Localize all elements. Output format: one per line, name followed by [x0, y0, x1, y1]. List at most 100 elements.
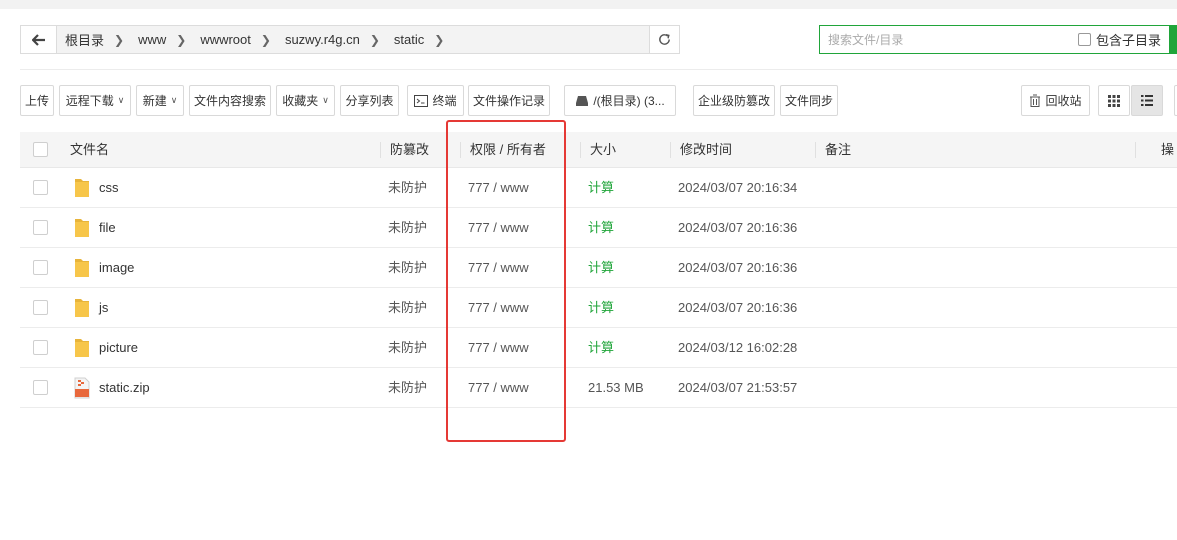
- modified-time: 2024/03/07 20:16:36: [678, 300, 798, 315]
- file-size[interactable]: 计算: [588, 248, 614, 288]
- search-input[interactable]: [820, 26, 1078, 53]
- modified-time: 2024/03/12 16:02:28: [678, 340, 798, 355]
- file-name[interactable]: static.zip: [99, 368, 150, 408]
- tamper-status: 未防护: [388, 180, 428, 195]
- content-search-button[interactable]: 文件内容搜索: [189, 85, 271, 116]
- header-size[interactable]: 大小: [590, 132, 616, 168]
- include-subdir-toggle[interactable]: 包含子目录: [1077, 30, 1169, 49]
- select-all-checkbox[interactable]: [33, 142, 48, 157]
- top-strip: [0, 0, 1177, 9]
- recycle-bin-button[interactable]: 回收站: [1021, 85, 1090, 116]
- header-name[interactable]: 文件名: [70, 132, 109, 168]
- permission-owner[interactable]: 777 / www: [468, 368, 529, 408]
- table-row[interactable]: js 未防护 777 / www 计算 2024/03/07 20:16:36: [20, 288, 1177, 328]
- folder-icon: [75, 179, 89, 197]
- breadcrumb-item[interactable]: suzwy.r4g.cn ❯: [285, 32, 394, 47]
- table-header: 文件名 防篡改 权限 / 所有者 大小 修改时间 备注 操: [20, 132, 1177, 168]
- refresh-button[interactable]: [649, 26, 679, 53]
- new-button[interactable]: 新建 ∨: [136, 85, 184, 116]
- row-checkbox[interactable]: [33, 220, 48, 235]
- file-name[interactable]: file: [99, 208, 116, 248]
- permission-owner[interactable]: 777 / www: [468, 328, 529, 368]
- folder-icon: [75, 299, 89, 317]
- chevron-right-icon: ❯: [434, 32, 445, 47]
- column-divider[interactable]: [380, 142, 381, 158]
- refresh-icon: [659, 33, 670, 45]
- toolbar: 上传 远程下载 ∨ 新建 ∨ 文件内容搜索 收藏夹 ∨ 分享列表 终端 文件操作记录 …: [0, 85, 1177, 117]
- file-name[interactable]: css: [99, 168, 119, 208]
- breadcrumb-item[interactable]: 根目录 ❯: [65, 30, 138, 49]
- folder-icon: [75, 219, 89, 237]
- column-divider[interactable]: [580, 142, 581, 158]
- header-remark[interactable]: 备注: [825, 132, 851, 168]
- table-row[interactable]: static.zip 未防护 777 / www 21.53 MB 2024/03/07…: [20, 368, 1177, 408]
- file-size[interactable]: 计算: [588, 168, 614, 208]
- table-row[interactable]: picture 未防护 777 / www 计算 2024/03/12 16:02:28: [20, 328, 1177, 368]
- file-size[interactable]: 计算: [588, 328, 614, 368]
- column-divider[interactable]: [670, 142, 671, 158]
- search-button[interactable]: [1169, 24, 1177, 54]
- column-divider[interactable]: [815, 142, 816, 158]
- row-checkbox[interactable]: [33, 260, 48, 275]
- terminal-button[interactable]: 终端: [407, 85, 464, 116]
- zip-file-icon: [74, 377, 90, 399]
- table-row[interactable]: image 未防护 777 / www 计算 2024/03/07 20:16:36: [20, 248, 1177, 288]
- tamper-status: 未防护: [388, 380, 428, 395]
- back-button[interactable]: [21, 26, 57, 53]
- file-sync-button[interactable]: 文件同步: [780, 85, 838, 116]
- remote-download-button[interactable]: 远程下载 ∨: [59, 85, 131, 116]
- permission-owner[interactable]: 777 / www: [468, 168, 529, 208]
- modified-time: 2024/03/07 21:53:57: [678, 380, 798, 395]
- divider: [20, 69, 1177, 70]
- list-view-button[interactable]: [1131, 85, 1163, 116]
- permission-owner[interactable]: 777 / www: [468, 288, 529, 328]
- modified-time: 2024/03/07 20:16:34: [678, 180, 798, 195]
- modified-time: 2024/03/07 20:16:36: [678, 260, 798, 275]
- chevron-down-icon: ∨: [322, 95, 329, 105]
- chevron-down-icon: ∨: [117, 95, 125, 105]
- header-operations: 操: [1161, 142, 1175, 157]
- share-list-button[interactable]: 分享列表: [340, 85, 399, 116]
- include-subdir-checkbox[interactable]: [1077, 33, 1091, 46]
- file-size[interactable]: 计算: [588, 208, 614, 248]
- tamper-status: 未防护: [388, 300, 428, 315]
- file-size[interactable]: 计算: [588, 288, 614, 328]
- list-view-icon: [1141, 95, 1153, 106]
- file-log-button[interactable]: 文件操作记录: [468, 85, 550, 116]
- header-mtime[interactable]: 修改时间: [680, 132, 732, 168]
- upload-button[interactable]: 上传: [20, 85, 54, 116]
- folder-icon: [75, 259, 89, 277]
- tamper-proof-button[interactable]: 企业级防篡改: [693, 85, 775, 116]
- search-box: 包含子目录: [819, 24, 1177, 54]
- breadcrumb-bar: 根目录 ❯ www ❯ wwwroot ❯ suzwy.r4g.cn ❯ static ❯: [20, 25, 680, 54]
- file-name[interactable]: image: [99, 248, 134, 288]
- arrow-left-icon: [31, 33, 45, 46]
- header-permission[interactable]: 权限 / 所有者: [470, 132, 546, 168]
- tamper-status: 未防护: [388, 260, 428, 275]
- folder-icon: [75, 339, 89, 357]
- tamper-status: 未防护: [388, 340, 428, 355]
- favorites-button[interactable]: 收藏夹 ∨: [276, 85, 335, 116]
- row-checkbox[interactable]: [33, 300, 48, 315]
- chevron-right-icon: ❯: [114, 32, 125, 47]
- header-tamper[interactable]: 防篡改: [390, 132, 429, 168]
- permission-owner[interactable]: 777 / www: [468, 248, 529, 288]
- grid-view-button[interactable]: [1098, 85, 1130, 116]
- modified-time: 2024/03/07 20:16:36: [678, 220, 798, 235]
- file-name[interactable]: js: [99, 288, 108, 328]
- table-row[interactable]: css 未防护 777 / www 计算 2024/03/07 20:16:34: [20, 168, 1177, 208]
- disk-icon: [576, 95, 589, 106]
- permission-owner[interactable]: 777 / www: [468, 208, 529, 248]
- grid-view-icon: [1108, 94, 1120, 107]
- table-row[interactable]: file 未防护 777 / www 计算 2024/03/07 20:16:36: [20, 208, 1177, 248]
- breadcrumb-item[interactable]: wwwroot ❯: [200, 32, 285, 47]
- row-checkbox[interactable]: [33, 180, 48, 195]
- file-name[interactable]: picture: [99, 328, 138, 368]
- column-divider[interactable]: [1135, 142, 1136, 158]
- column-divider[interactable]: [460, 142, 461, 158]
- breadcrumb-item[interactable]: static ❯: [394, 32, 458, 47]
- breadcrumb-item[interactable]: www ❯: [138, 32, 200, 47]
- disk-selector[interactable]: /(根目录) (3...: [564, 85, 676, 116]
- row-checkbox[interactable]: [33, 380, 48, 395]
- row-checkbox[interactable]: [33, 340, 48, 355]
